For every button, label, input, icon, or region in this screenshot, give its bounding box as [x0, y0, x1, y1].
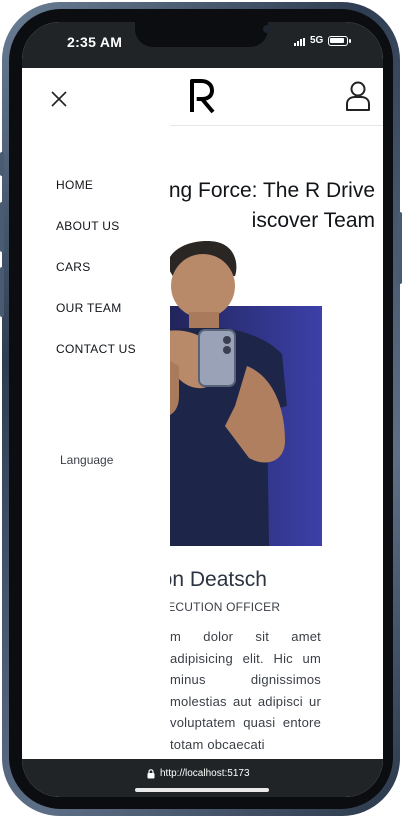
nav-item-contact-us[interactable]: CONTACT US	[56, 342, 136, 383]
r-logo-icon[interactable]	[188, 78, 216, 114]
member-bio: m dolor sit amet adipisicing elit. Hic u…	[170, 629, 321, 752]
signal-icon	[294, 38, 308, 46]
nav-item-home[interactable]: HOME	[56, 178, 136, 219]
battery-icon	[328, 36, 351, 46]
nav-item-our-team[interactable]: OUR TEAM	[56, 301, 136, 342]
volume-down-button	[0, 267, 4, 317]
front-camera	[263, 25, 271, 33]
nav-item-cars[interactable]: CARS	[56, 260, 136, 301]
nav-item-about-us[interactable]: ABOUT US	[56, 219, 136, 260]
browser-address-bar: http://localhost:5173	[22, 759, 383, 797]
drawer-nav: HOME ABOUT US CARS OUR TEAM CONTACT US	[56, 178, 136, 383]
notch	[135, 22, 271, 47]
mute-switch	[0, 152, 4, 176]
language-selector[interactable]: Language	[60, 453, 113, 467]
status-time: 2:35 AM	[67, 34, 123, 50]
phone-screen: 2:35 AM 5G ng Force: The R Drive iscover…	[22, 22, 383, 797]
user-account-icon[interactable]	[345, 80, 371, 112]
member-role: XECUTION OFFICER	[159, 600, 281, 614]
power-button	[398, 212, 402, 284]
network-label: 5G	[310, 35, 324, 46]
home-indicator[interactable]	[135, 788, 269, 792]
status-bar: 2:35 AM 5G	[22, 22, 383, 68]
volume-up-button	[0, 202, 4, 252]
close-icon[interactable]	[48, 88, 70, 110]
side-drawer: HOME ABOUT US CARS OUR TEAM CONTACT US L…	[22, 68, 170, 759]
url-text[interactable]: http://localhost:5173	[160, 768, 250, 779]
lock-icon	[147, 769, 155, 779]
